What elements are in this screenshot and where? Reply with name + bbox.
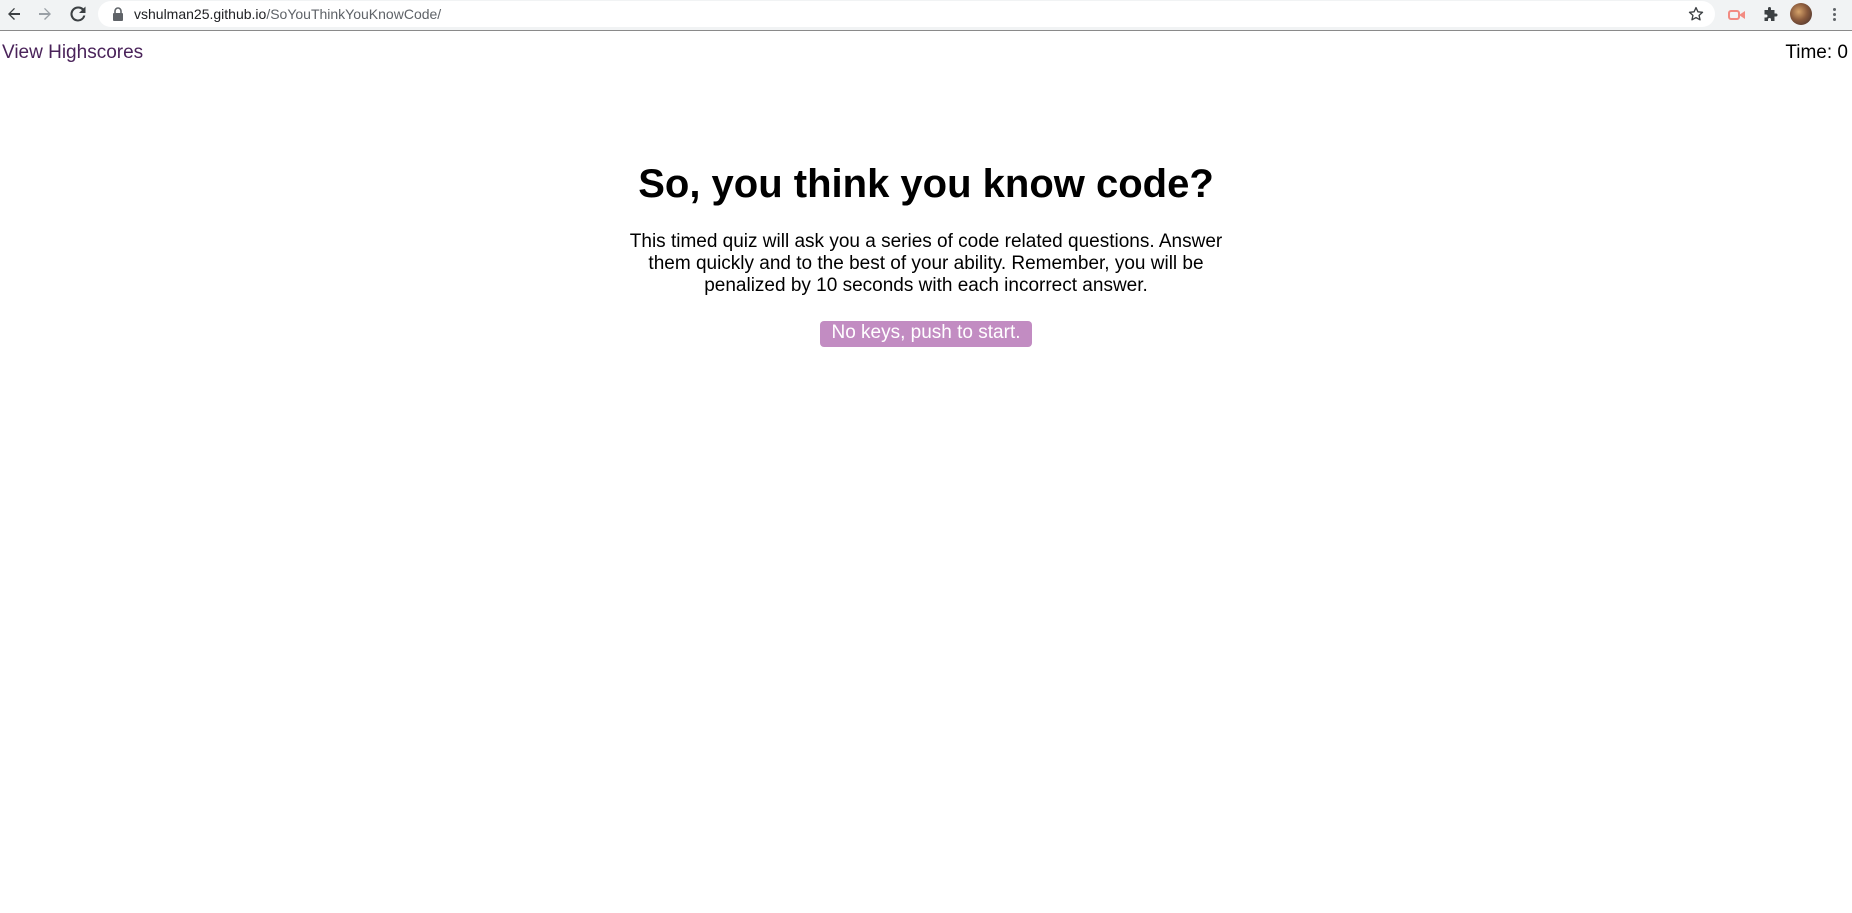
extension-icon[interactable] bbox=[1726, 4, 1748, 26]
timer-label: Time: bbox=[1785, 42, 1838, 63]
star-icon[interactable] bbox=[1687, 5, 1705, 23]
reload-icon bbox=[70, 6, 86, 22]
quiz-intro: So, you think you know code? This timed … bbox=[0, 158, 1852, 347]
url-host: vshulman25.github.io bbox=[134, 6, 267, 22]
back-button[interactable] bbox=[3, 3, 25, 25]
red-extension-icon bbox=[1728, 10, 1745, 20]
address-bar[interactable]: vshulman25.github.io/SoYouThinkYouKnowCo… bbox=[98, 1, 1715, 27]
lock-icon bbox=[113, 7, 123, 21]
timer-value: 0 bbox=[1837, 42, 1848, 63]
forward-arrow-icon bbox=[39, 8, 51, 20]
avatar[interactable] bbox=[1790, 3, 1812, 25]
reload-button[interactable] bbox=[67, 3, 89, 25]
puzzle-icon[interactable] bbox=[1759, 4, 1781, 26]
page-title: So, you think you know code? bbox=[638, 162, 1214, 206]
timer: Time: 0 bbox=[1785, 42, 1848, 64]
extensions-puzzle-icon bbox=[1764, 7, 1778, 21]
start-quiz-button[interactable]: No keys, push to start. bbox=[820, 321, 1032, 347]
url-path: /SoYouThinkYouKnowCode/ bbox=[266, 6, 442, 22]
url-text: vshulman25.github.io/SoYouThinkYouKnowCo… bbox=[134, 6, 441, 22]
more-menu-icon[interactable] bbox=[1824, 3, 1844, 25]
forward-button[interactable] bbox=[34, 3, 56, 25]
browser-toolbar: vshulman25.github.io/SoYouThinkYouKnowCo… bbox=[0, 0, 1852, 31]
back-arrow-icon bbox=[8, 8, 20, 20]
quiz-description: This timed quiz will ask you a series of… bbox=[629, 231, 1223, 296]
view-highscores-link[interactable]: View Highscores bbox=[2, 42, 143, 64]
